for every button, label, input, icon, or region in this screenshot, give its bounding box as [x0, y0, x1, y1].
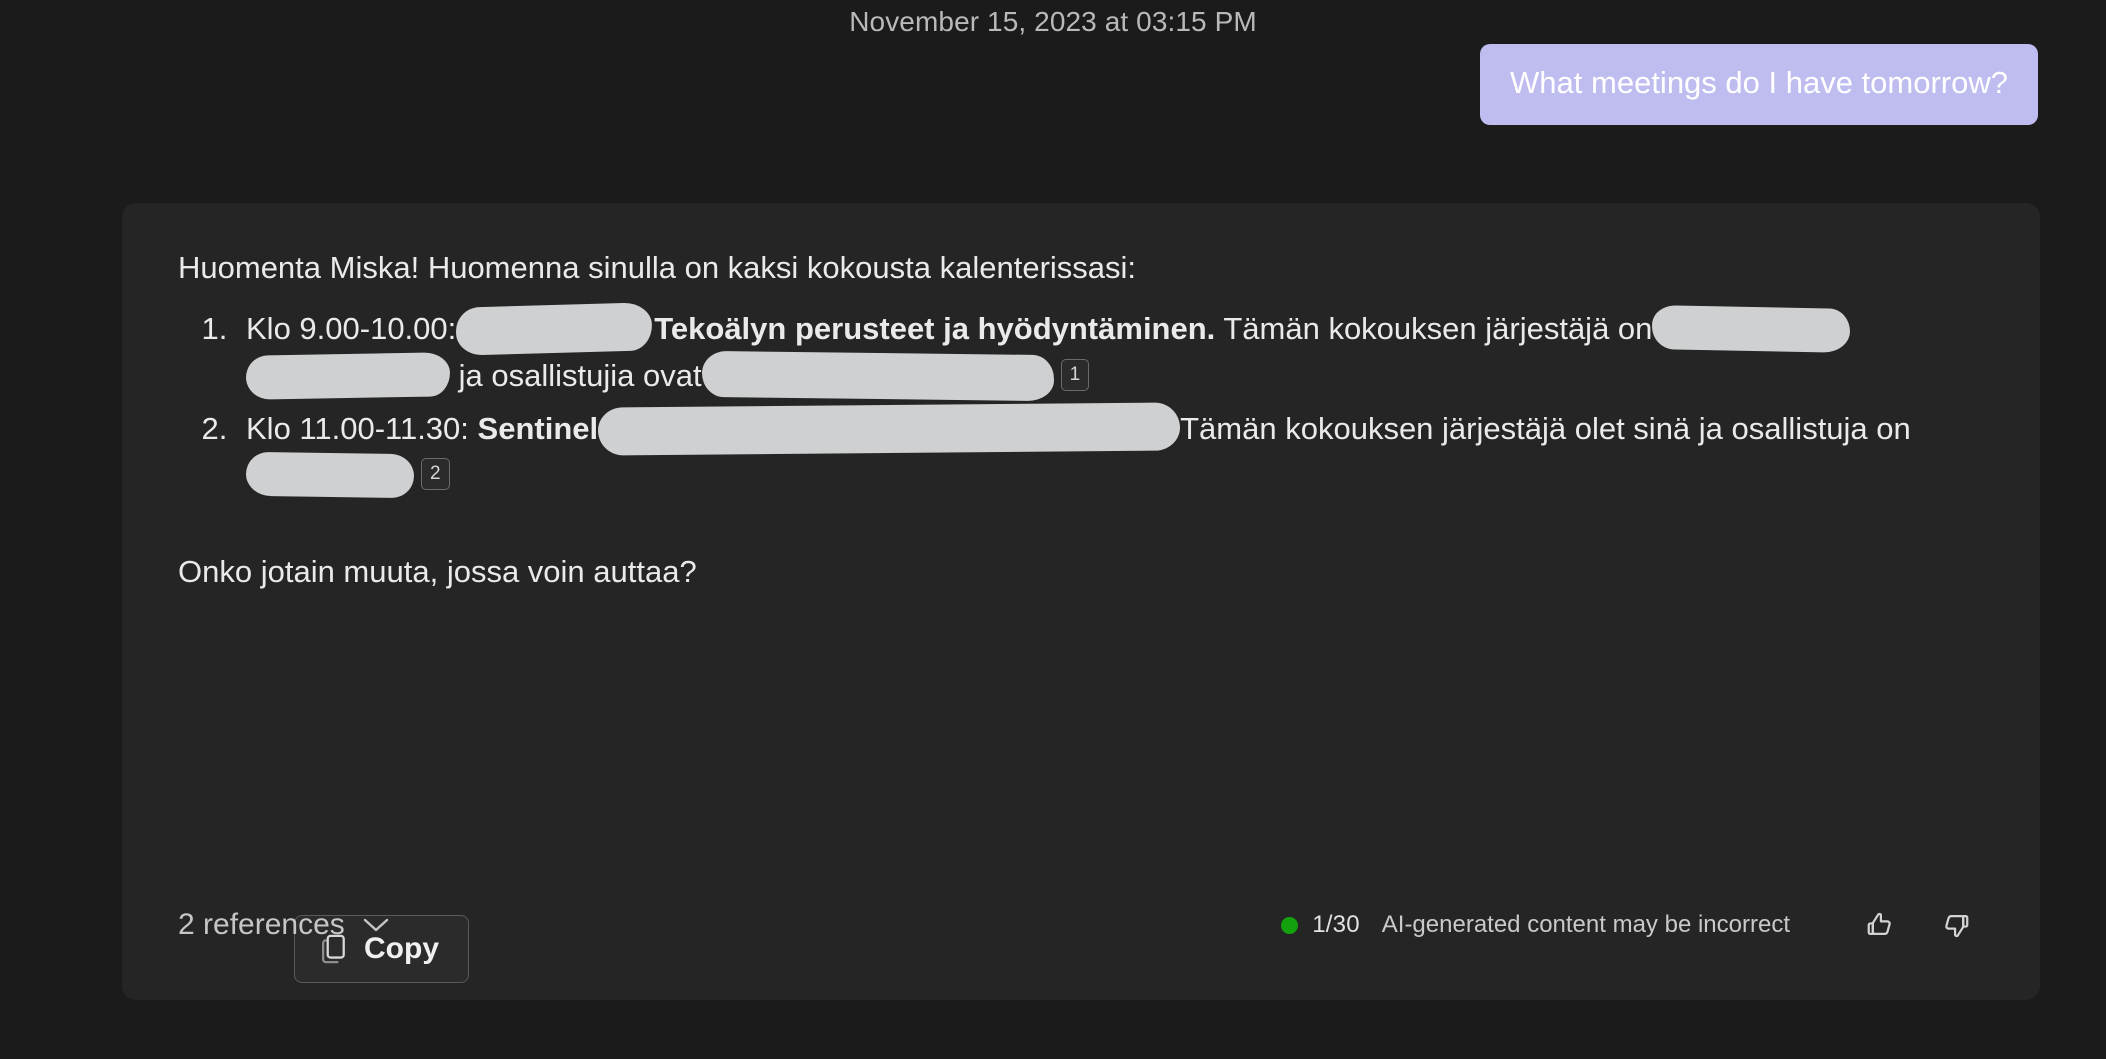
references-label: 2 references [178, 908, 345, 941]
assistant-card-footer: 2 references 1/30 AI-generated content m… [178, 900, 1984, 950]
redaction-blob [597, 401, 1181, 456]
footer-right-group: 1/30 AI-generated content may be incorre… [1281, 900, 1984, 950]
meeting-organizer-text: Tämän kokouksen järjestäjä on [1223, 310, 1653, 346]
citation-chip[interactable]: 1 [1060, 358, 1090, 391]
meeting-list: Klo 9.00-10.00: Tekoälyn perusteet ja hyö… [178, 301, 1984, 499]
meeting-list-item: Klo 9.00-10.00: Tekoälyn perusteet ja hyö… [236, 301, 1984, 401]
redaction-blob [701, 350, 1054, 401]
assistant-closing: Onko jotain muuta, jossa voin auttaa? [178, 553, 697, 589]
meeting-title: Sentinel [477, 410, 599, 446]
redaction-blob [455, 301, 653, 356]
meeting-list-item: Klo 11.00-11.30: Sentinel Tämän kokouksen… [236, 401, 1984, 499]
meeting-organizer-text: Tämän kokouksen järjestäjä olet sinä ja [1180, 410, 1723, 446]
references-toggle[interactable]: 2 references [178, 908, 391, 942]
conversation-timestamp: November 15, 2023 at 03:15 PM [849, 6, 1257, 37]
redaction-blob [245, 351, 451, 400]
redaction-blob [1652, 304, 1851, 353]
thumbs-down-icon[interactable] [1928, 900, 1984, 950]
chevron-down-icon [361, 908, 391, 942]
timestamp-row: November 15, 2023 at 03:15 PM [0, 0, 2106, 44]
assistant-greeting: Huomenta Miska! Huomenna sinulla on kaks… [178, 250, 1137, 285]
meeting-participants-text: ja osallistujia ovat [458, 357, 702, 393]
redaction-blob [245, 451, 415, 498]
meeting-time-label: Klo 9.00-10.00: [246, 310, 457, 346]
ai-disclaimer: AI-generated content may be incorrect [1381, 911, 1790, 938]
meeting-time-label: Klo 11.00-11.30: [246, 410, 469, 446]
status-dot [1281, 916, 1299, 934]
thumbs-up-icon[interactable] [1852, 900, 1908, 950]
citation-chip[interactable]: 2 [421, 457, 450, 490]
meeting-participants-text: osallistuja on [1731, 410, 1911, 446]
message-counter: 1/30 [1312, 911, 1360, 938]
user-message-bubble: What meetings do I have tomorrow? [1480, 44, 2038, 125]
assistant-message-card: Huomenta Miska! Huomenna sinulla on kaks… [122, 203, 2040, 1000]
meeting-title: Tekoälyn perusteet ja hyödyntäminen. [654, 310, 1216, 346]
user-message-row: What meetings do I have tomorrow? [0, 44, 2106, 125]
